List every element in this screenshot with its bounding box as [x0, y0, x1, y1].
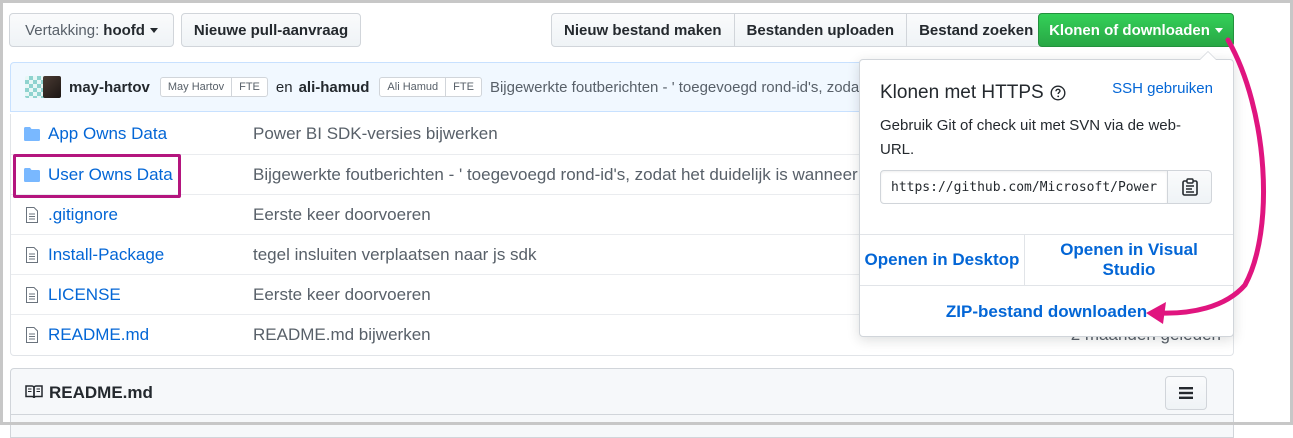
clone-or-download-label: Klonen of downloaden — [1049, 21, 1210, 39]
file-commit-message-link[interactable]: Eerste keer doorvoeren — [253, 205, 431, 225]
copy-url-button[interactable] — [1167, 170, 1212, 204]
readme-menu-button[interactable] — [1165, 376, 1207, 410]
chevron-down-icon — [149, 27, 158, 33]
chevron-down-icon — [1214, 27, 1223, 33]
open-actions-row: Openen in Desktop Openen in Visual Studi… — [860, 234, 1233, 286]
file-icon — [26, 247, 38, 263]
file-commit-message-link[interactable]: README.md bijwerken — [253, 325, 431, 345]
download-zip-button[interactable]: ZIP-bestand downloaden — [860, 286, 1233, 338]
file-icon — [26, 287, 38, 303]
file-name-link[interactable]: README.md — [48, 325, 149, 345]
readme-title: README.md — [49, 383, 153, 402]
find-file-button[interactable]: Bestand zoeken — [906, 13, 1047, 47]
clone-or-download-button[interactable]: Klonen of downloaden — [1038, 13, 1234, 47]
branch-name-label: hoofd — [103, 21, 145, 39]
clone-description: Gebruik Git of check uit met SVN via de … — [880, 117, 1181, 158]
clone-url-input[interactable] — [880, 170, 1168, 204]
file-icon — [26, 207, 38, 223]
author-badge: May Hartov FTE — [159, 77, 268, 97]
author-badge: Ali Hamud FTE — [379, 77, 482, 97]
clone-popover-title: Klonen met HTTPS — [880, 82, 1066, 104]
readme-header: README.md — [11, 369, 1233, 415]
book-icon — [25, 385, 43, 399]
avatar[interactable] — [43, 76, 61, 98]
open-in-desktop-button[interactable]: Openen in Desktop — [860, 235, 1024, 285]
branch-prefix-label: Vertakking: — [25, 21, 100, 39]
commit-message-link[interactable]: Bijgewerkte foutberichten - ' toegevoegd… — [490, 79, 863, 96]
file-actions-group: Nieuw bestand maken Bestanden uploaden B… — [551, 13, 1047, 47]
file-commit-message-link[interactable]: tegel insluiten verplaatsen naar js sdk — [253, 245, 537, 265]
question-circle-icon[interactable] — [1050, 85, 1066, 101]
file-name-link[interactable]: App Owns Data — [48, 124, 167, 144]
avatar-stack — [25, 76, 61, 98]
file-name-link[interactable]: LICENSE — [48, 285, 121, 305]
file-name-link[interactable]: Install-Package — [48, 245, 164, 265]
new-pull-request-button[interactable]: Nieuwe pull-aanvraag — [181, 13, 361, 47]
file-commit-message-link[interactable]: Eerste keer doorvoeren — [253, 285, 431, 305]
commit-coauthor-link[interactable]: ali-hamud — [299, 79, 370, 96]
upload-files-button[interactable]: Bestanden uploaden — [733, 13, 908, 47]
highlight-box-user-owns-data — [13, 154, 181, 198]
hamburger-icon — [1179, 387, 1193, 399]
employee-badge: FTE — [231, 78, 267, 96]
file-commit-message-link[interactable]: Power BI SDK-versies bijwerken — [253, 124, 498, 144]
clone-popover-title-text: Klonen met HTTPS — [880, 82, 1044, 103]
file-name-link[interactable]: .gitignore — [48, 205, 118, 225]
employee-badge: FTE — [445, 78, 481, 96]
commit-author-link[interactable]: may-hartov — [69, 79, 150, 96]
readme-panel: README.md — [10, 368, 1234, 438]
author-fullname: May Hartov — [167, 81, 225, 93]
conjunction-text: en — [275, 78, 293, 96]
branch-select-button[interactable]: Vertakking: hoofd — [9, 13, 174, 47]
open-in-visual-studio-button[interactable]: Openen in Visual Studio — [1024, 235, 1233, 285]
clipboard-icon — [1181, 178, 1198, 196]
file-commit-message-link[interactable]: Bijgewerkte foutberichten - ' toegevoegd… — [253, 165, 858, 185]
folder-icon — [24, 127, 40, 141]
file-icon — [26, 327, 38, 343]
use-ssh-link[interactable]: SSH gebruiken — [1112, 80, 1213, 97]
clone-popover: Klonen met HTTPS SSH gebruiken Gebruik G… — [859, 51, 1234, 338]
create-new-file-button[interactable]: Nieuw bestand maken — [551, 13, 735, 47]
author-fullname: Ali Hamud — [387, 81, 439, 93]
